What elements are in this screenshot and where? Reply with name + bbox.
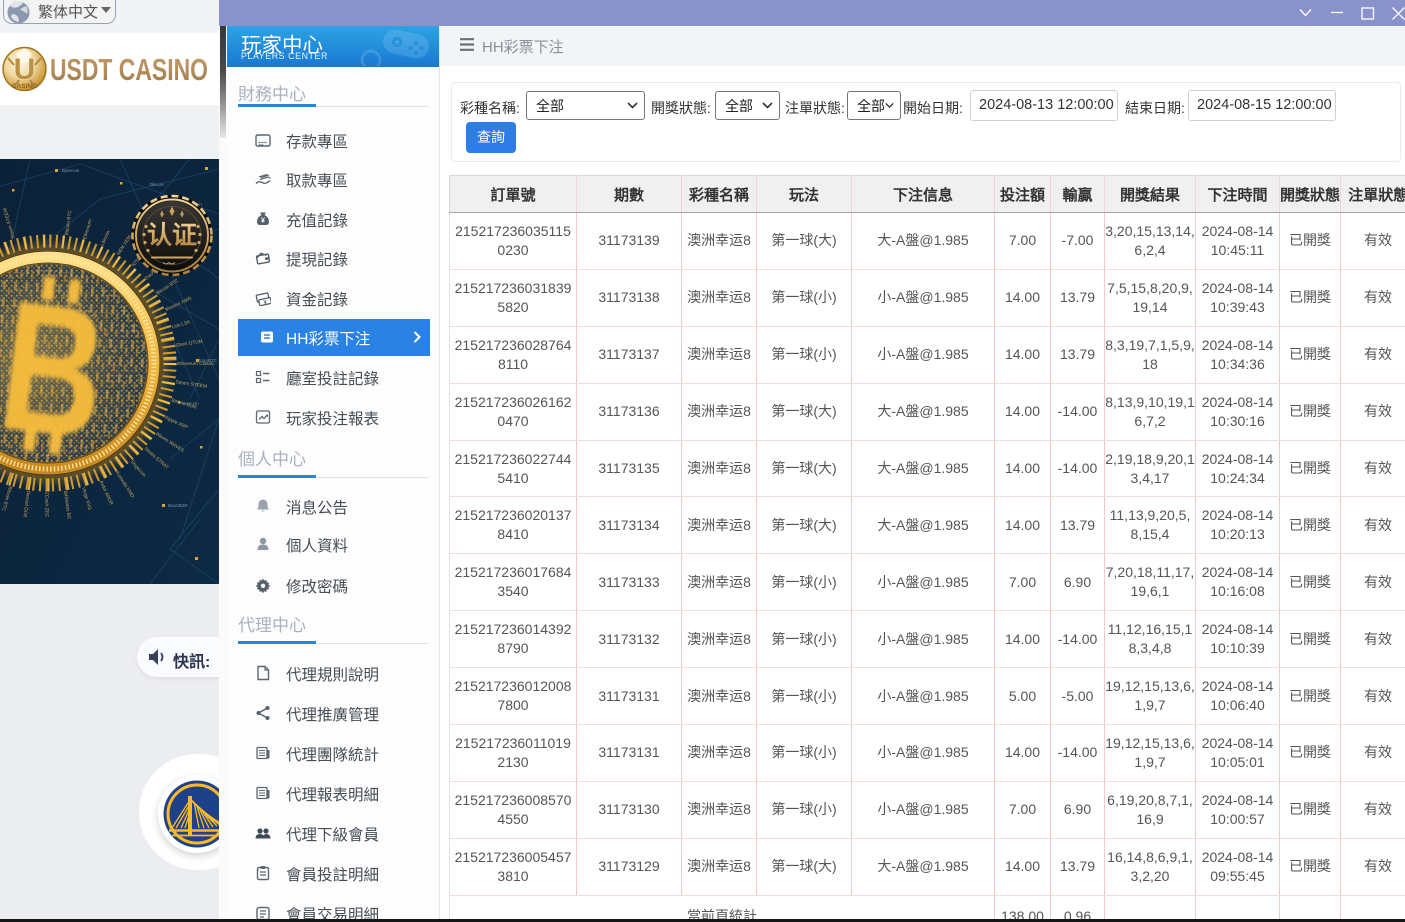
svg-text:U: U xyxy=(14,53,36,86)
svg-text:CASINO: CASINO xyxy=(12,83,37,90)
svg-text:Ethereum Classic: Ethereum Classic xyxy=(177,361,215,367)
svg-text:blkcoin: blkcoin xyxy=(150,182,165,187)
svg-text:BounBZR: BounBZR xyxy=(168,503,188,508)
svg-text:¥: ¥ xyxy=(261,218,265,225)
svg-text:USDT CASINO: USDT CASINO xyxy=(50,53,208,87)
svg-text:认证: 认证 xyxy=(147,222,197,250)
svg-text:ZCash ZEC: ZCash ZEC xyxy=(43,492,49,518)
svg-text:Bytecoin: Bytecoin xyxy=(62,168,80,173)
